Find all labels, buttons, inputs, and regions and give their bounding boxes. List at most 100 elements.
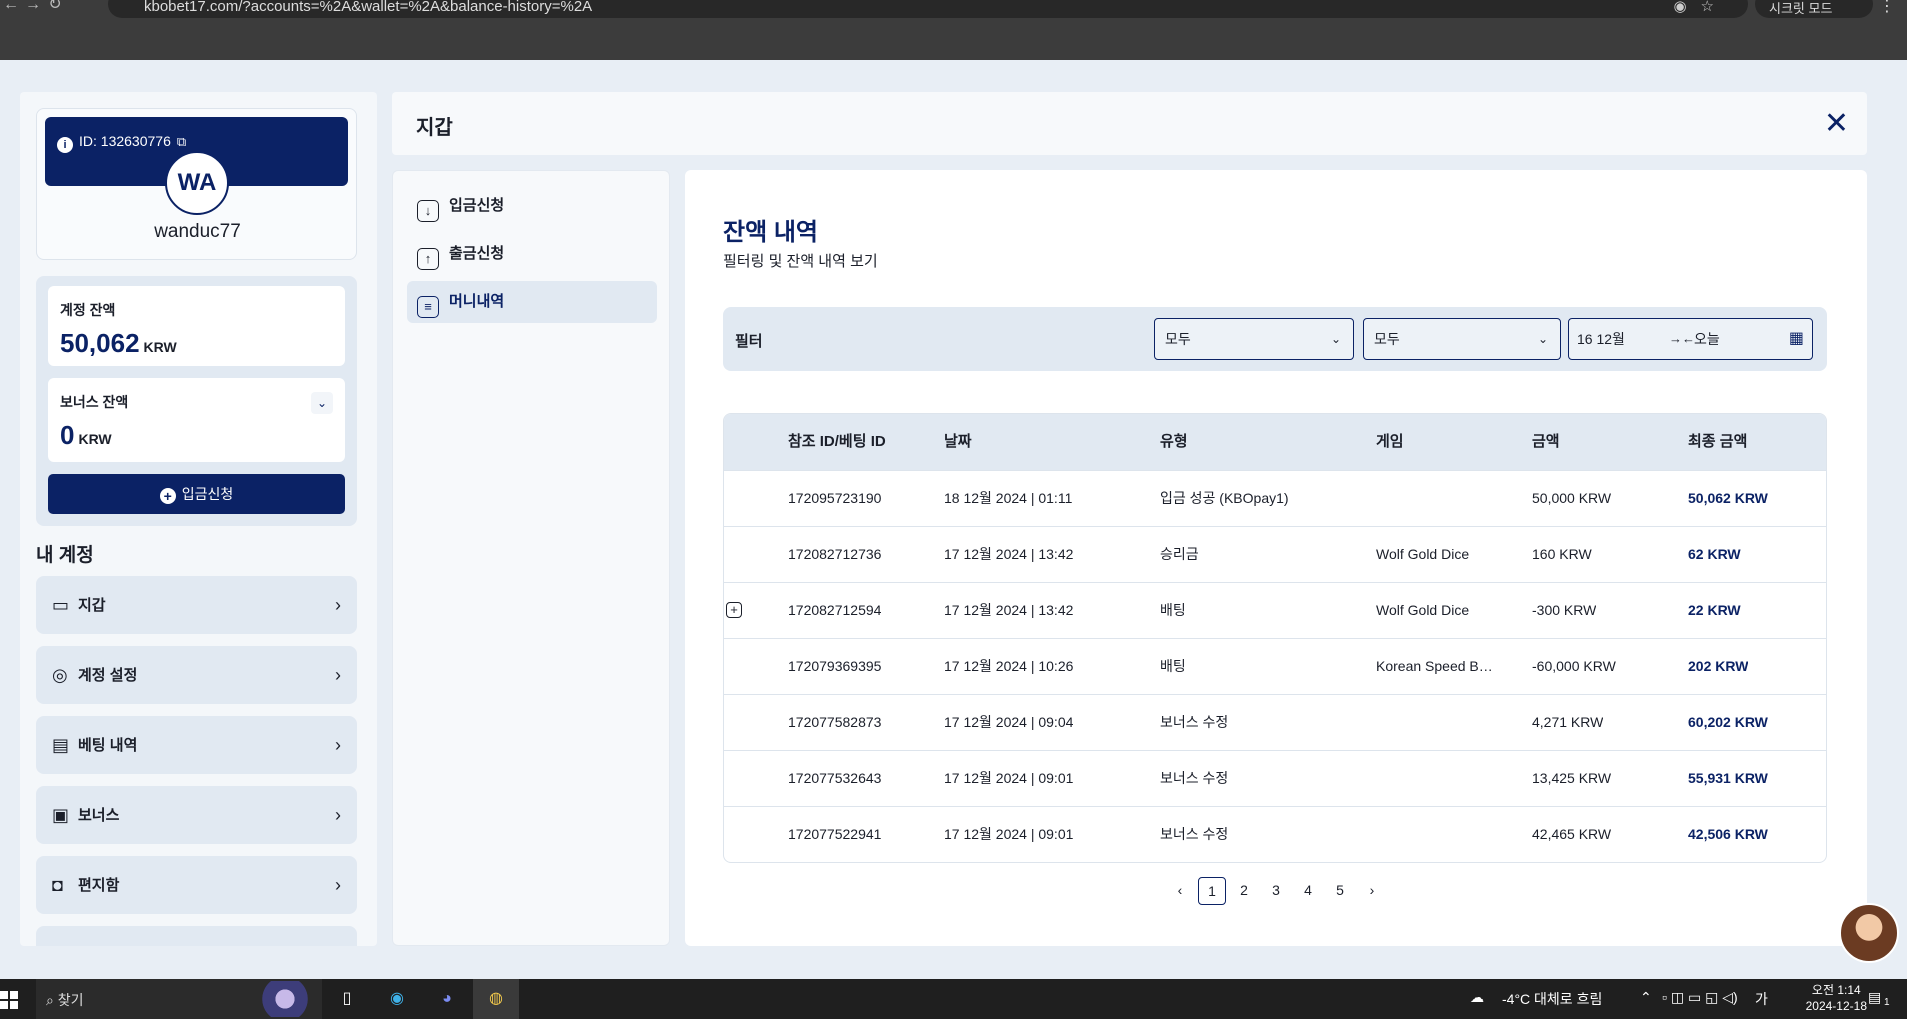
sidebar-item-partial[interactable] [36, 926, 357, 946]
tab-withdraw[interactable]: ↑ 출금신청 [407, 233, 657, 275]
table-row[interactable]: 172095723190 18 12월 2024 | 01:11 입금 성공 (… [724, 470, 1826, 526]
table-row[interactable]: 172077582873 17 12월 2024 | 09:04 보너스 수정 … [724, 694, 1826, 750]
sidebar-item-wallet[interactable]: ▭ 지갑 › [36, 576, 357, 634]
clock-time: 오전 1:14 [1811, 983, 1861, 997]
browser-menu-icon[interactable]: ⋮ [1879, 0, 1895, 16]
forward-icon[interactable]: → [22, 0, 44, 14]
notification-count: 1 [1884, 997, 1890, 1008]
address-bar-icons: ◉☆ [1673, 0, 1728, 15]
gift-icon: ▣ [52, 805, 70, 825]
page-5[interactable]: 5 [1326, 877, 1354, 905]
chevron-down-icon[interactable]: ⌄ [311, 392, 333, 414]
cell-date: 17 12월 2024 | 09:01 [944, 770, 1074, 786]
incognito-profile-button[interactable]: 시크릿 모드 [1755, 0, 1873, 18]
user-settings-icon: ◎ [52, 665, 68, 685]
cell-ref-id: 172082712594 [788, 602, 882, 618]
prev-page-icon[interactable]: ‹ [1166, 877, 1194, 905]
date-range-picker[interactable]: 16 12월 →← 오늘 ▦ [1568, 318, 1813, 360]
browser-chrome: ← → ↻ kbobet17.com/?accounts=%2A&wallet=%2… [0, 0, 1907, 60]
cell-type: 입금 성공 (KBOpay1) [1160, 490, 1289, 506]
date-from: 16 12월 [1577, 331, 1625, 347]
table-row[interactable]: 172077522941 17 12월 2024 | 09:01 보너스 수정 … [724, 806, 1826, 862]
tab-money-history[interactable]: ≡ 머니내역 [407, 281, 657, 323]
table-row[interactable]: 172077532643 17 12월 2024 | 09:01 보너스 수정 … [724, 750, 1826, 806]
copy-icon[interactable]: ⧉ [177, 134, 186, 150]
cell-type: 보너스 수정 [1160, 770, 1229, 786]
deposit-button-label: 입금신청 [181, 486, 234, 502]
edge-icon[interactable]: ◉ [384, 987, 410, 1011]
page-2[interactable]: 2 [1230, 877, 1258, 905]
user-id: ID: 132630776 [79, 133, 171, 149]
expand-row-icon[interactable]: + [726, 602, 742, 618]
cell-amount: 50,000 KRW [1532, 490, 1612, 506]
bonus-balance-value: 0 [60, 420, 75, 450]
search-highlight-image [252, 981, 318, 1017]
chat-icon: ◘ [52, 875, 63, 895]
tray-chevron-icon[interactable]: ⌃ [1640, 989, 1652, 1006]
close-icon[interactable]: ✕ [1824, 106, 1849, 141]
support-chat-avatar[interactable] [1839, 903, 1899, 963]
next-page-icon[interactable]: › [1358, 877, 1386, 905]
back-icon[interactable]: ← [0, 0, 22, 14]
sidebar-item-label: 베팅 내역 [78, 737, 138, 754]
account-sidebar: i ID: 132630776 ⧉ WA wanduc77 계정 잔액 50,062… [20, 92, 377, 946]
calendar-icon[interactable]: ▦ [1789, 319, 1804, 359]
cell-ref-id: 172077582873 [788, 714, 882, 730]
cell-type: 승리금 [1160, 546, 1199, 562]
sidebar-item-inbox[interactable]: ◘ 편지함 › [36, 856, 357, 914]
page-4[interactable]: 4 [1294, 877, 1322, 905]
page-3[interactable]: 3 [1262, 877, 1290, 905]
cell-final-amount: 50,062 KRW [1688, 490, 1768, 506]
cell-type: 보너스 수정 [1160, 714, 1229, 730]
weather-icon[interactable]: ☁ [1470, 989, 1484, 1006]
page-1[interactable]: 1 [1198, 877, 1226, 905]
weather-text[interactable]: -4°C 대체로 흐림 [1502, 989, 1602, 1009]
taskbar-clock[interactable]: 오전 1:14 2024-12-18 [1806, 982, 1867, 1014]
cell-ref-id: 172082712736 [788, 546, 882, 562]
section-title: 잔액 내역 [723, 219, 818, 246]
page-title: 지갑 [416, 117, 453, 139]
taskbar-search[interactable]: ⌕ 찾기 [36, 979, 322, 1019]
tab-label: 출금신청 [449, 245, 505, 262]
wallet-nav: ↓ 입금신청 ↑ 출금신청 ≡ 머니내역 [392, 170, 670, 946]
filter-bar: 필터 모두 ⌄ 모두 ⌄ 16 12월 →← 오늘 ▦ [723, 307, 1827, 371]
tab-deposit[interactable]: ↓ 입금신청 [407, 185, 657, 227]
sidebar-item-bonus[interactable]: ▣ 보너스 › [36, 786, 357, 844]
account-balance-value: 50,062 [60, 328, 140, 358]
windows-start-icon[interactable] [0, 991, 18, 1009]
table-row[interactable]: + 172082712594 17 12월 2024 | 13:42 배팅 Wo… [724, 582, 1826, 638]
cell-amount: 13,425 KRW [1532, 770, 1612, 786]
task-view-icon[interactable]: ▯ [334, 987, 360, 1011]
chevron-right-icon: › [335, 595, 341, 615]
notification-icon[interactable]: ▤ [1868, 989, 1881, 1006]
reload-icon[interactable]: ↻ [44, 0, 66, 14]
type-select[interactable]: 모두 ⌄ [1154, 318, 1354, 360]
cell-ref-id: 172079369395 [788, 658, 882, 674]
tray-icons[interactable]: ▫ ◫ ▭ ◱ ◁) [1662, 989, 1738, 1006]
cell-type: 배팅 [1160, 602, 1186, 618]
deposit-button[interactable]: + 입금신청 [48, 474, 345, 514]
cell-final-amount: 55,931 KRW [1688, 770, 1768, 786]
table-row[interactable]: 172082712736 17 12월 2024 | 13:42 승리금 Wol… [724, 526, 1826, 582]
info-icon: i [57, 137, 73, 153]
game-select-value: 모두 [1374, 331, 1400, 347]
type-select-value: 모두 [1165, 331, 1191, 347]
cell-date: 17 12월 2024 | 09:04 [944, 714, 1074, 730]
bonus-balance-label: 보너스 잔액 [60, 394, 129, 410]
table-row[interactable]: 172079369395 17 12월 2024 | 10:26 배팅 Kore… [724, 638, 1826, 694]
currency-label: KRW [78, 431, 112, 447]
sidebar-item-label: 편지함 [78, 877, 120, 894]
plus-icon: + [159, 488, 176, 504]
cell-final-amount: 202 KRW [1688, 658, 1749, 674]
bonus-balance-card: 보너스 잔액 0 KRW ⌄ [48, 378, 345, 462]
account-balance-label: 계정 잔액 [60, 302, 116, 318]
game-select[interactable]: 모두 ⌄ [1363, 318, 1561, 360]
discord-icon[interactable]: ◕ [434, 987, 460, 1011]
sidebar-item-bet-history[interactable]: ▤ 베팅 내역 › [36, 716, 357, 774]
search-icon: ⌕ [46, 992, 58, 1008]
ime-indicator[interactable]: 가 [1755, 989, 1768, 1009]
windows-taskbar: ⌕ 찾기 ▯ ◉ ◕ ◍ ☁ -4°C 대체로 흐림 ⌃ ▫ ◫ ▭ ◱ ◁) … [0, 979, 1907, 1019]
sidebar-item-account-settings[interactable]: ◎ 계정 설정 › [36, 646, 357, 704]
download-icon: ↓ [417, 200, 439, 222]
address-bar[interactable]: kbobet17.com/?accounts=%2A&wallet=%2A&ba… [108, 0, 1748, 18]
